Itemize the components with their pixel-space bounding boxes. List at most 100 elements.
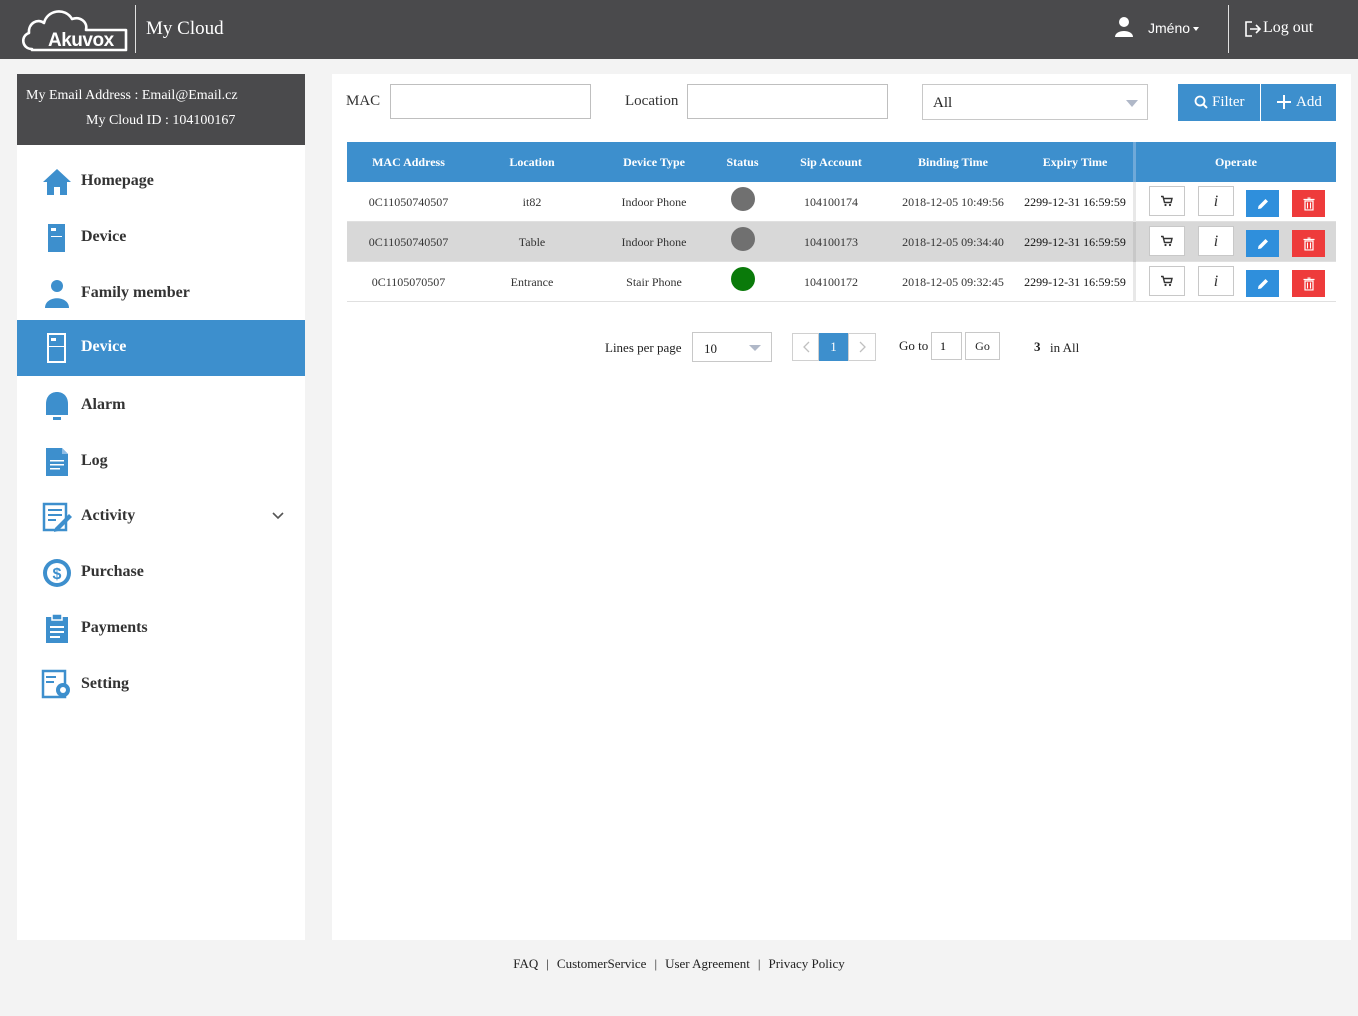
status-select[interactable]: All [922, 84, 1148, 120]
faq-link[interactable]: FAQ [513, 956, 538, 971]
info-icon: i [1213, 193, 1219, 210]
sidebar-item-label: Setting [81, 675, 129, 692]
dropdown-arrow-icon [1126, 100, 1138, 107]
cell-location: Table [518, 235, 546, 249]
trash-icon [1303, 197, 1314, 210]
go-to-page-input[interactable] [931, 332, 962, 360]
home-icon [43, 169, 71, 195]
column-header-sip-account: Sip Account [800, 155, 862, 169]
edit-button[interactable] [1246, 190, 1279, 217]
table-row: 0C11050740507 Table Indoor Phone 1041001… [347, 222, 1336, 262]
lines-per-page-select[interactable]: 10 [692, 332, 772, 362]
sidebar-item-payments[interactable]: Payments [17, 601, 305, 657]
top-bar: Akuvox My Cloud Jméno Log out [0, 0, 1358, 59]
table-row: 0C11050740507 it82 Indoor Phone 10410017… [347, 182, 1336, 222]
sidebar-item-homepage[interactable]: Homepage [17, 154, 305, 210]
user-agreement-link[interactable]: User Agreement [665, 956, 750, 971]
sidebar-item-device-active[interactable]: Device [17, 320, 305, 376]
info-icon: i [1213, 233, 1219, 250]
document-icon [46, 448, 68, 476]
purchase-button[interactable] [1149, 186, 1185, 216]
location-input[interactable] [687, 84, 888, 119]
mac-input[interactable] [390, 84, 591, 119]
filter-button[interactable]: Filter [1178, 84, 1260, 121]
sidebar-item-label: Payments [81, 619, 148, 636]
activity-edit-icon [42, 502, 72, 532]
logout-icon[interactable] [1244, 20, 1262, 38]
edit-button[interactable] [1246, 270, 1279, 297]
purchase-button[interactable] [1149, 226, 1185, 256]
delete-button[interactable] [1292, 270, 1325, 297]
clipboard-icon [46, 613, 68, 643]
footer-separator: | [654, 956, 658, 971]
column-divider [1133, 182, 1136, 222]
chevron-down-icon[interactable] [271, 509, 285, 523]
status-select-value: All [933, 95, 953, 111]
cell-device-type: Indoor Phone [621, 235, 687, 249]
sidebar-item-label: Log [81, 452, 108, 469]
caret-down-icon[interactable] [1193, 27, 1199, 31]
cart-icon [1161, 275, 1173, 287]
go-button[interactable]: Go [965, 332, 1000, 360]
cell-mac: 0C11050740507 [368, 235, 449, 249]
sidebar-item-activity[interactable]: Activity [17, 489, 305, 545]
info-button[interactable]: i [1198, 226, 1234, 256]
status-offline-dot [731, 227, 755, 251]
delete-button[interactable] [1292, 230, 1325, 257]
person-icon [45, 280, 69, 308]
edit-button[interactable] [1246, 230, 1279, 257]
cell-mac: 0C1105070507 [371, 275, 446, 289]
delete-button[interactable] [1292, 190, 1325, 217]
bell-icon [46, 392, 68, 420]
privacy-policy-link[interactable]: Privacy Policy [769, 956, 845, 971]
sidebar-item-setting[interactable]: Setting [17, 657, 305, 713]
pencil-icon [1257, 238, 1268, 249]
add-button[interactable]: Add [1261, 84, 1336, 121]
next-page-button[interactable] [848, 333, 876, 361]
header-divider [135, 5, 136, 53]
table-header: MAC Address Location Device Type Status … [347, 142, 1336, 182]
search-icon [1194, 95, 1208, 109]
total-suffix: in All [1050, 340, 1080, 355]
mac-label: MAC [346, 93, 381, 109]
logout-button[interactable]: Log out [1263, 19, 1313, 37]
akuvox-logo[interactable]: Akuvox [18, 4, 130, 54]
info-button[interactable]: i [1198, 186, 1234, 216]
prev-page-button[interactable] [792, 333, 819, 361]
main-panel: MAC Location All Filter Add MAC Address … [332, 74, 1351, 940]
column-header-status: Status [726, 155, 759, 169]
sidebar-item-alarm[interactable]: Alarm [17, 378, 305, 434]
column-header-operate: Operate [1215, 155, 1257, 169]
trash-icon [1303, 237, 1314, 250]
pencil-icon [1257, 278, 1268, 289]
footer-separator: | [546, 956, 549, 971]
sidebar-item-family-member[interactable]: Family member [17, 266, 305, 322]
dropdown-arrow-icon [749, 345, 761, 351]
dollar-coin-icon: $ [43, 559, 71, 587]
device-icon [48, 224, 65, 252]
page-1-button[interactable]: 1 [819, 333, 848, 361]
chevron-left-icon [803, 341, 810, 353]
sidebar: My Email Address : Email@Email.cz My Clo… [17, 74, 305, 940]
account-info: My Email Address : Email@Email.cz My Clo… [17, 74, 305, 145]
customer-service-link[interactable]: CustomerService [557, 956, 647, 971]
cart-icon [1161, 235, 1173, 247]
pencil-icon [1257, 198, 1268, 209]
purchase-button[interactable] [1149, 266, 1185, 296]
lines-per-page-label: Lines per page [605, 340, 682, 355]
device-icon [47, 333, 66, 363]
add-button-label: Add [1296, 94, 1322, 110]
header-divider [1228, 5, 1229, 53]
info-button[interactable]: i [1198, 266, 1234, 296]
column-divider [1133, 222, 1136, 262]
sidebar-item-purchase[interactable]: $ Purchase [17, 545, 305, 601]
cell-location: it82 [522, 195, 542, 209]
sidebar-item-log[interactable]: Log [17, 434, 305, 490]
go-to-label: Go to [899, 338, 929, 353]
user-name[interactable]: Jméno [1148, 20, 1190, 36]
cell-binding-time: 2018-12-05 10:49:56 [902, 195, 1004, 209]
column-header-device-type: Device Type [623, 155, 685, 169]
footer-separator: | [757, 956, 761, 971]
user-icon[interactable] [1114, 16, 1134, 38]
sidebar-item-device[interactable]: Device [17, 210, 305, 266]
